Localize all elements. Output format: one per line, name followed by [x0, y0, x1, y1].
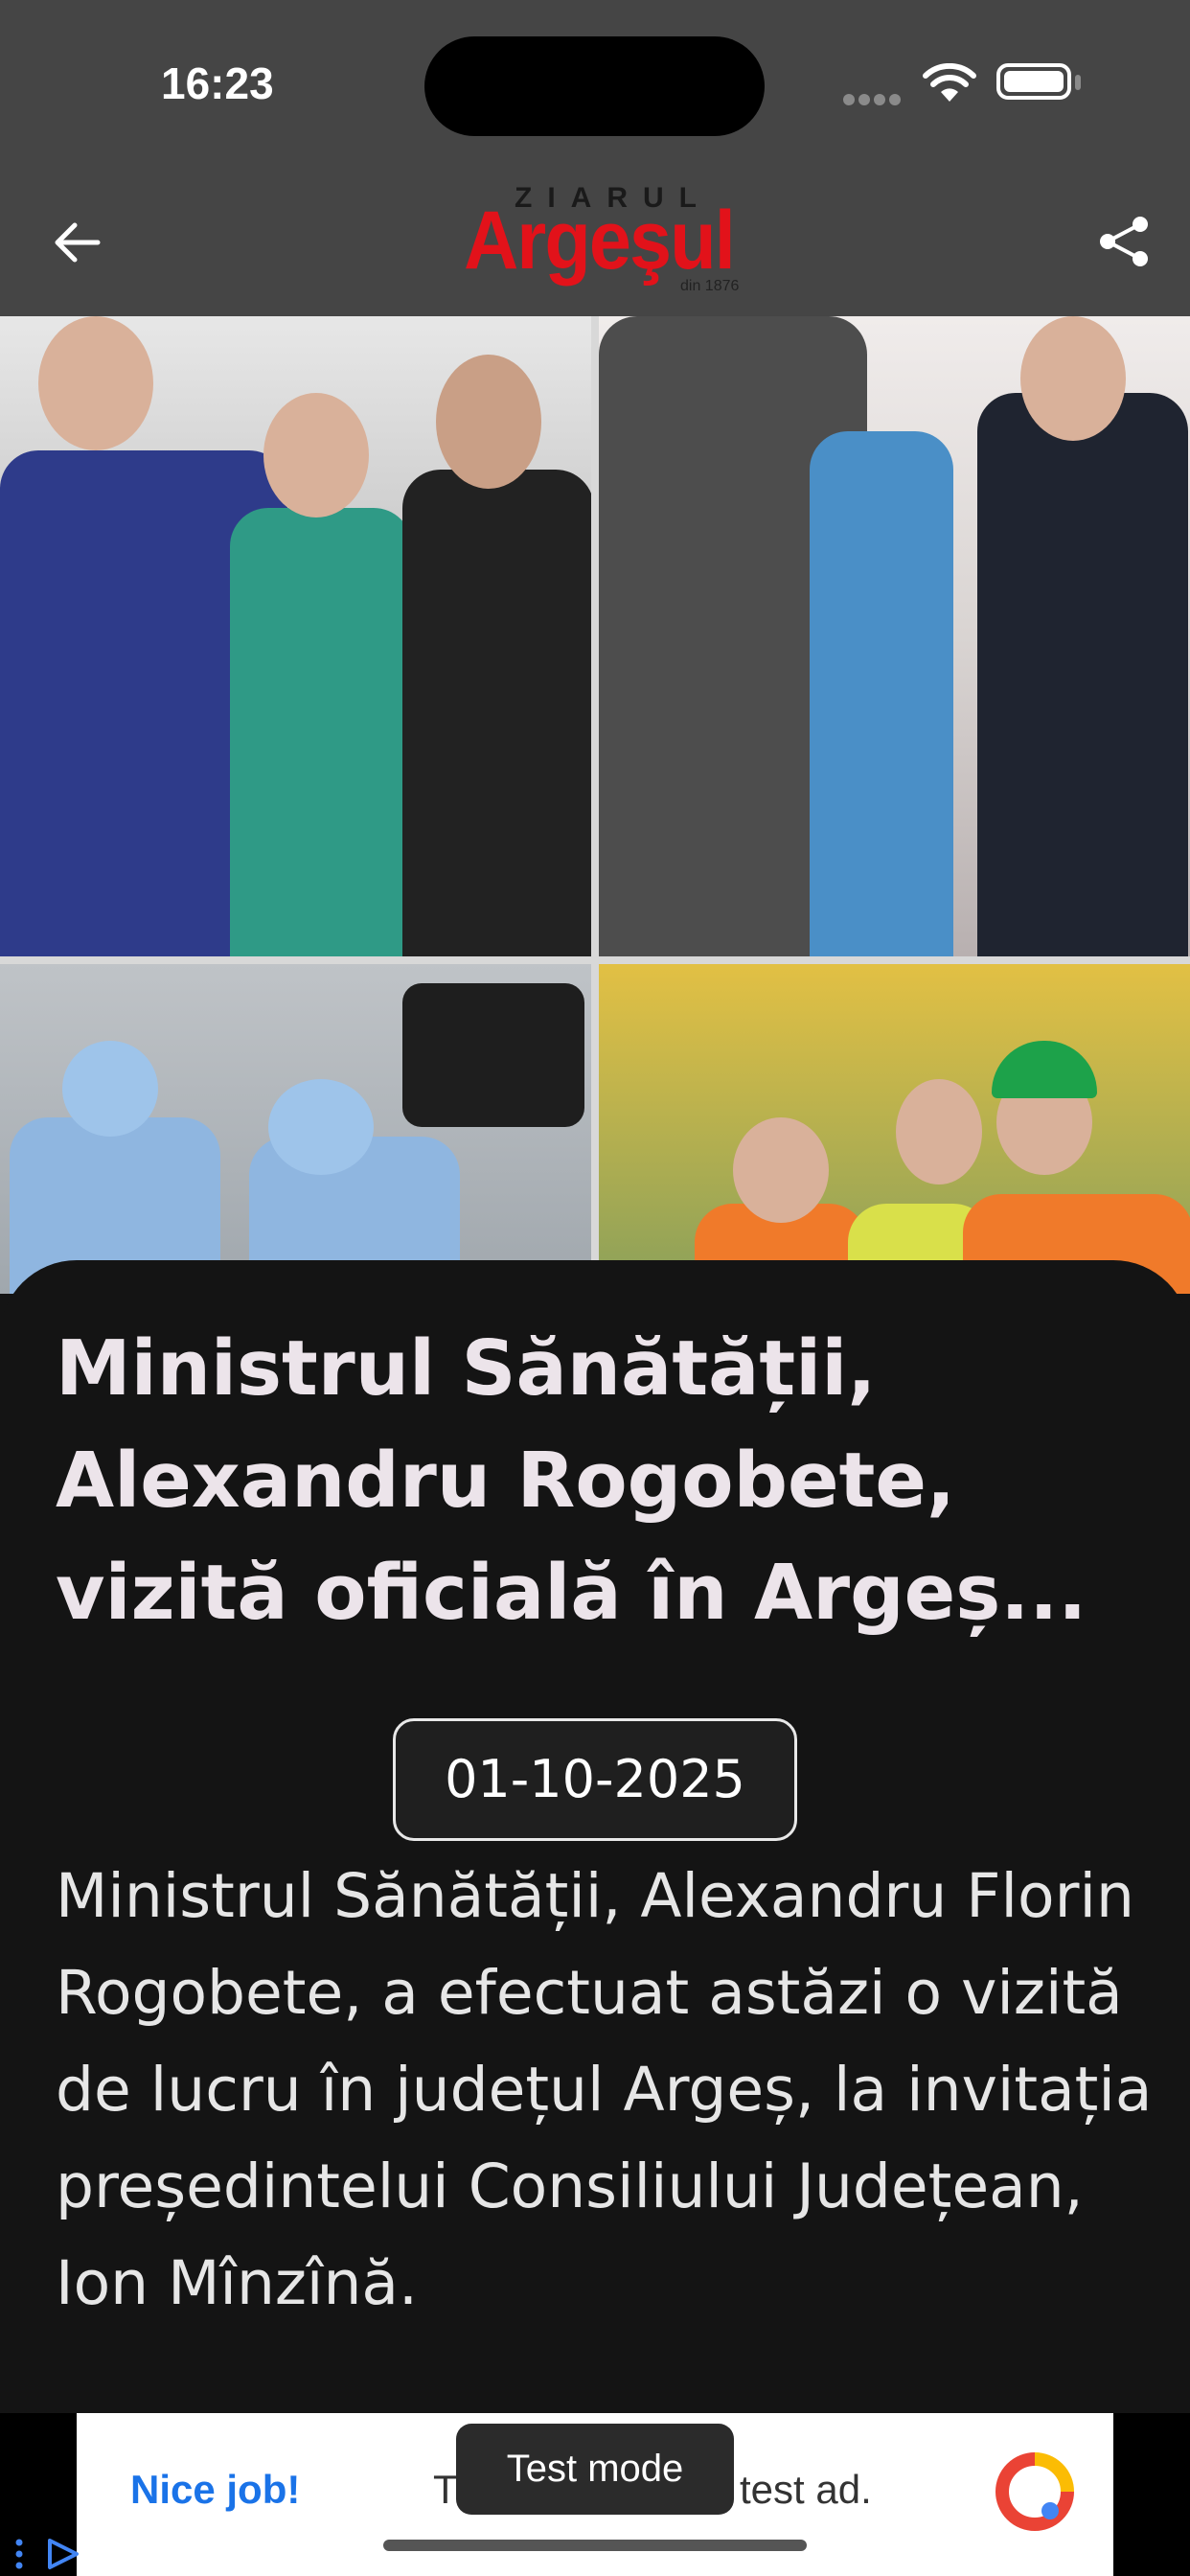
signal-icon [843, 91, 904, 109]
article-date: 01-10-2025 [393, 1718, 797, 1841]
battery-icon [996, 63, 1071, 100]
photo-panel-4 [599, 964, 1190, 1294]
share-icon[interactable] [1096, 213, 1154, 270]
photo-panel-3 [0, 964, 591, 1294]
logo-sub-text: din 1876 [680, 278, 740, 294]
status-time: 16:23 [161, 58, 274, 108]
ad-nice-job[interactable]: Nice job! [130, 2467, 300, 2513]
ad-text-post: test ad. [740, 2467, 872, 2512]
article-photo [0, 316, 1190, 1294]
brand-logo: ZIARUL Argeşul din 1876 [441, 182, 757, 302]
test-mode-toast: Test mode [456, 2424, 734, 2515]
wifi-icon [923, 63, 976, 102]
home-indicator[interactable] [383, 2540, 807, 2551]
photo-panel-2 [599, 316, 1190, 956]
photo-panel-1 [0, 316, 591, 956]
dynamic-island [424, 36, 765, 136]
logo-main-text: Argeşul [464, 195, 736, 287]
article-title: Ministrul Sănătății, Alexandru Rogobete,… [56, 1324, 1087, 1637]
adchoices-icon[interactable] [8, 2535, 84, 2573]
article-body: Ministrul Sănătății, Alexandru Florin Ro… [56, 1861, 1153, 2318]
ad-logo-icon [995, 2452, 1074, 2531]
back-arrow-icon[interactable] [50, 216, 103, 269]
app-header: 16:23 ZIARUL Argeşul din 1876 [0, 0, 1190, 316]
ad-text-pre: T [433, 2467, 458, 2512]
